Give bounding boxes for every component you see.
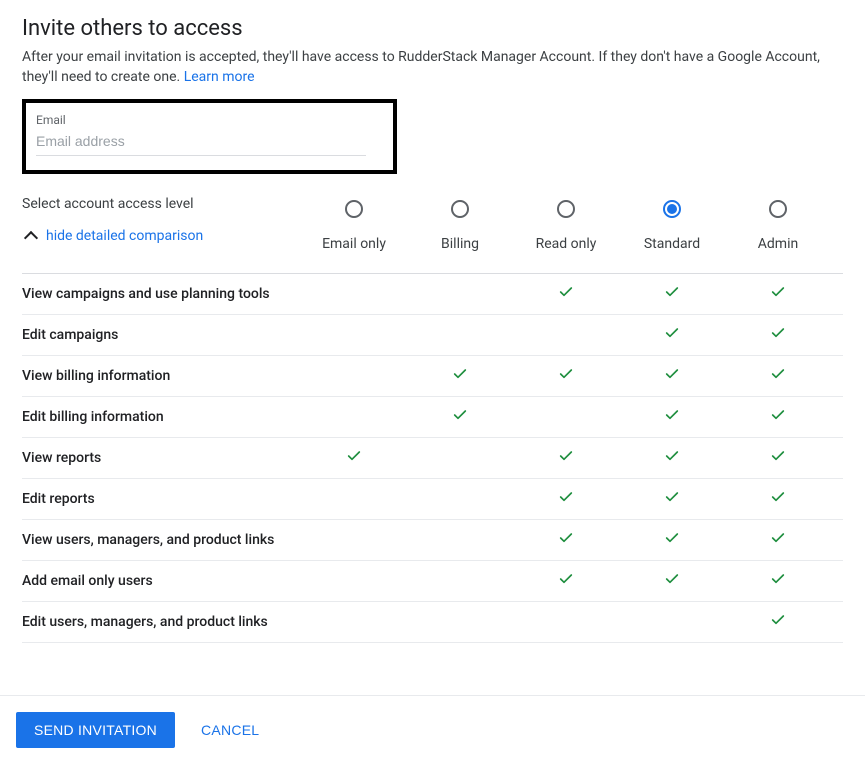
permission-cell [619, 366, 725, 386]
permission-cell [619, 407, 725, 427]
radio-admin[interactable] [769, 200, 787, 218]
permission-cell [619, 448, 725, 468]
check-icon [770, 407, 786, 427]
radio-label: Standard [619, 236, 725, 252]
check-icon [770, 448, 786, 468]
check-icon [452, 366, 468, 386]
permission-cell [725, 612, 831, 632]
check-icon [558, 366, 574, 386]
permission-cell [725, 325, 831, 345]
access-level-admin[interactable]: Admin [725, 196, 831, 252]
radio-standard[interactable] [663, 200, 681, 218]
email-field-highlight: Email [22, 99, 397, 174]
check-icon [664, 325, 680, 345]
check-icon [770, 284, 786, 304]
check-icon [770, 612, 786, 632]
check-icon [770, 366, 786, 386]
toggle-comparison-link[interactable]: hide detailed comparison [22, 228, 203, 244]
permission-cell [513, 571, 619, 591]
permission-row: View users, managers, and product links [22, 520, 843, 561]
permission-cell [301, 448, 407, 468]
permission-row: Edit campaigns [22, 315, 843, 356]
permission-cell [725, 284, 831, 304]
permission-row: Edit billing information [22, 397, 843, 438]
check-icon [558, 284, 574, 304]
permission-cell [513, 284, 619, 304]
permission-row: Add email only users [22, 561, 843, 602]
check-icon [452, 407, 468, 427]
permission-label: Edit users, managers, and product links [22, 614, 301, 630]
email-input[interactable] [36, 129, 366, 156]
radio-email_only[interactable] [345, 200, 363, 218]
learn-more-link[interactable]: Learn more [184, 69, 255, 85]
check-icon [770, 571, 786, 591]
check-icon [770, 489, 786, 509]
permission-label: Edit reports [22, 491, 301, 507]
permission-label: Edit campaigns [22, 327, 301, 343]
permission-cell [619, 571, 725, 591]
check-icon [770, 530, 786, 550]
permission-label: View reports [22, 450, 301, 466]
radio-label: Email only [301, 236, 407, 252]
permission-row: View billing information [22, 356, 843, 397]
permission-label: Edit billing information [22, 409, 301, 425]
chevron-up-icon [24, 231, 38, 245]
permission-cell [407, 366, 513, 386]
check-icon [664, 530, 680, 550]
permission-row: View campaigns and use planning tools [22, 274, 843, 315]
check-icon [664, 366, 680, 386]
radio-billing[interactable] [451, 200, 469, 218]
check-icon [558, 571, 574, 591]
permission-cell [725, 366, 831, 386]
check-icon [558, 530, 574, 550]
permission-cell [513, 448, 619, 468]
check-icon [664, 448, 680, 468]
check-icon [664, 571, 680, 591]
permission-cell [725, 530, 831, 550]
permission-row: Edit users, managers, and product links [22, 602, 843, 643]
access-level-standard[interactable]: Standard [619, 196, 725, 252]
check-icon [664, 489, 680, 509]
check-icon [558, 448, 574, 468]
permission-row: View reports [22, 438, 843, 479]
permission-label: Add email only users [22, 573, 301, 589]
radio-label: Billing [407, 236, 513, 252]
permission-row: Edit reports [22, 479, 843, 520]
check-icon [664, 284, 680, 304]
access-level-email_only[interactable]: Email only [301, 196, 407, 252]
access-level-read_only[interactable]: Read only [513, 196, 619, 252]
email-label: Email [36, 113, 379, 127]
check-icon [558, 489, 574, 509]
permission-cell [513, 366, 619, 386]
permission-cell [619, 530, 725, 550]
radio-read_only[interactable] [557, 200, 575, 218]
permission-cell [619, 325, 725, 345]
check-icon [770, 325, 786, 345]
dialog-title: Invite others to access [22, 16, 843, 41]
access-level-label: Select account access level [22, 196, 203, 212]
send-invitation-button[interactable]: SEND INVITATION [16, 712, 175, 748]
permission-cell [619, 284, 725, 304]
access-level-billing[interactable]: Billing [407, 196, 513, 252]
permission-cell [725, 571, 831, 591]
radio-label: Admin [725, 236, 831, 252]
permission-cell [725, 489, 831, 509]
permission-cell [513, 489, 619, 509]
permission-cell [407, 407, 513, 427]
permission-label: View billing information [22, 368, 301, 384]
permission-cell [725, 407, 831, 427]
permission-label: View users, managers, and product links [22, 532, 301, 548]
dialog-subtitle: After your email invitation is accepted,… [22, 47, 843, 87]
check-icon [346, 448, 362, 468]
permission-cell [619, 489, 725, 509]
permission-cell [513, 530, 619, 550]
permission-cell [725, 448, 831, 468]
cancel-button[interactable]: CANCEL [189, 712, 271, 748]
radio-label: Read only [513, 236, 619, 252]
check-icon [664, 407, 680, 427]
permission-label: View campaigns and use planning tools [22, 286, 301, 302]
